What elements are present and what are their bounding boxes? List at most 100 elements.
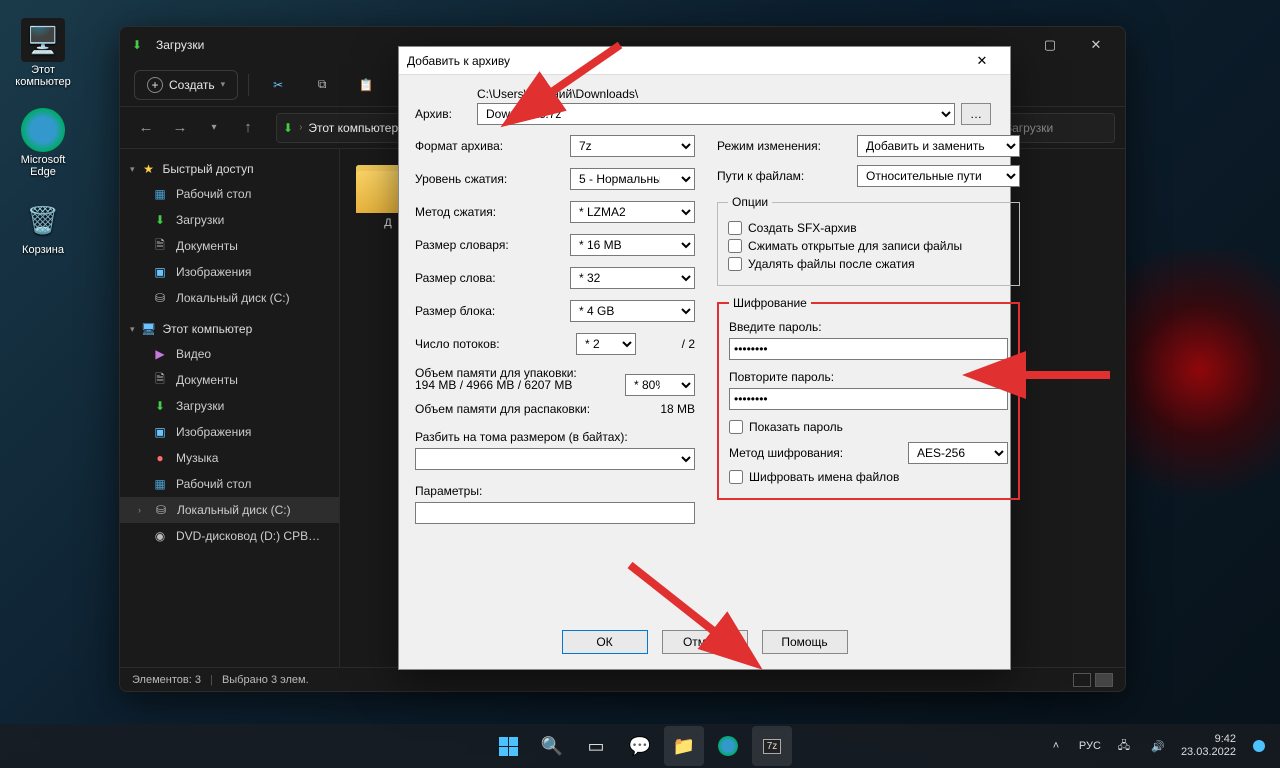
chevron-down-icon: ▾ <box>130 324 135 335</box>
maximize-button[interactable]: ▢ <box>1027 30 1073 60</box>
tree-item-documents[interactable]: 🗎Документы <box>120 367 339 393</box>
tree-item-videos[interactable]: ▶Видео <box>120 341 339 367</box>
chevron-up-icon: ˄ <box>1053 740 1059 752</box>
password-input[interactable] <box>729 338 1008 360</box>
tree-item-localdisk[interactable]: ⛁Локальный диск (C:) <box>120 285 339 311</box>
tree-item-desktop[interactable]: ▦Рабочий стол <box>120 471 339 497</box>
close-button[interactable]: ✕ <box>1073 30 1119 60</box>
downloads-icon: ⬇ <box>132 38 150 52</box>
cut-button[interactable]: ✂ <box>259 68 297 102</box>
view-list-button[interactable] <box>1073 673 1091 687</box>
sevenzip-dialog: Добавить к архиву ✕ C:\Users\Евгений\Dow… <box>398 46 1011 670</box>
update-select[interactable]: Добавить и заменить <box>857 135 1020 157</box>
tree-item-downloads[interactable]: ⬇Загрузки <box>120 393 339 419</box>
tree-label: Видео <box>176 347 211 361</box>
tree-label: Этот компьютер <box>163 322 253 336</box>
delete-checkbox[interactable] <box>728 257 742 271</box>
dialog-buttons: ОК Отмена Помощь <box>399 623 1010 669</box>
status-selection: Выбрано 3 элем. <box>222 674 309 686</box>
enc-method-select[interactable]: AES-256 <box>908 442 1008 464</box>
threads-select[interactable]: * 2 <box>576 333 636 355</box>
tree-label: Изображения <box>176 265 251 279</box>
task-view[interactable]: ▭ <box>576 726 616 766</box>
star-icon: ★ <box>141 161 157 177</box>
show-password-label: Показать пароль <box>749 420 843 434</box>
tray-language[interactable]: РУС <box>1079 740 1101 752</box>
method-select[interactable]: * LZMA2 <box>570 201 695 223</box>
dict-select[interactable]: * 16 MB <box>570 234 695 256</box>
paste-icon: 📋 <box>359 78 374 92</box>
shared-checkbox[interactable] <box>728 239 742 253</box>
params-input[interactable] <box>415 502 695 524</box>
help-button[interactable]: Помощь <box>762 630 848 654</box>
task-sevenzip[interactable]: 7z <box>752 726 792 766</box>
view-grid-button[interactable] <box>1095 673 1113 687</box>
edge-icon <box>21 108 65 152</box>
tree-item-desktop[interactable]: ▦Рабочий стол <box>120 181 339 207</box>
encrypt-names-checkbox[interactable] <box>729 470 743 484</box>
level-select[interactable]: 5 - Нормальный <box>570 168 695 190</box>
enc-method-label: Метод шифрования: <box>729 446 908 460</box>
windows-icon <box>499 737 518 756</box>
tree-item-localdisk[interactable]: ›⛁Локальный диск (C:) <box>120 497 339 523</box>
music-icon: ● <box>152 450 168 466</box>
search-icon: 🔍 <box>541 736 563 757</box>
mem-percent-select[interactable]: * 80% <box>625 374 695 396</box>
recent-button[interactable]: ▾ <box>198 113 230 143</box>
new-label: Создать <box>169 78 215 92</box>
sevenzip-icon: 7z <box>763 739 782 754</box>
tree-item-pictures[interactable]: ▣Изображения <box>120 419 339 445</box>
start-button[interactable] <box>488 726 528 766</box>
task-chat[interactable]: 💬 <box>620 726 660 766</box>
tray-chevron[interactable]: ˄ <box>1045 740 1067 752</box>
tree-item-documents[interactable]: 🗎Документы <box>120 233 339 259</box>
crumb[interactable]: Этот компьютер <box>308 121 398 135</box>
task-search[interactable]: 🔍 <box>532 726 572 766</box>
task-edge[interactable] <box>708 726 748 766</box>
new-button[interactable]: + Создать ▾ <box>134 70 238 100</box>
copy-button[interactable]: ⧉ <box>303 68 341 102</box>
task-explorer[interactable]: 📁 <box>664 726 704 766</box>
status-count: Элементов: 3 <box>132 674 201 686</box>
word-label: Размер слова: <box>415 271 570 285</box>
paths-select[interactable]: Относительные пути <box>857 165 1020 187</box>
dialog-titlebar[interactable]: Добавить к архиву ✕ <box>399 47 1010 75</box>
clock-date: 23.03.2022 <box>1181 746 1236 759</box>
sfx-checkbox[interactable] <box>728 221 742 235</box>
tray-clock[interactable]: 9:42 23.03.2022 <box>1181 733 1236 759</box>
tray-notifications[interactable] <box>1248 740 1270 752</box>
desktop-icon-this-pc[interactable]: 🖥️ Этот компьютер <box>8 18 78 88</box>
archive-name-combo[interactable]: Downloads.7z <box>477 103 955 125</box>
tree-item-music[interactable]: ●Музыка <box>120 445 339 471</box>
word-select[interactable]: * 32 <box>570 267 695 289</box>
dialog-close-button[interactable]: ✕ <box>962 49 1002 73</box>
paste-button[interactable]: 📋 <box>347 68 385 102</box>
tree-this-pc[interactable]: ▾ 🖥 Этот компьютер <box>120 317 339 341</box>
password2-input[interactable] <box>729 388 1008 410</box>
format-select[interactable]: 7z <box>570 135 695 157</box>
tree-quick-access[interactable]: ▾ ★ Быстрый доступ <box>120 157 339 181</box>
desktop-icon-recycle-bin[interactable]: 🗑️ Корзина <box>8 198 78 256</box>
tree-label: DVD-дисковод (D:) CPBA_X6 <box>176 529 326 543</box>
dialog-title: Добавить к архиву <box>407 54 962 68</box>
sfx-label: Создать SFX-архив <box>748 221 857 235</box>
ok-button[interactable]: ОК <box>562 630 648 654</box>
tree-item-downloads[interactable]: ⬇Загрузки <box>120 207 339 233</box>
tree-item-dvd[interactable]: ◉DVD-дисковод (D:) CPBA_X6 <box>120 523 339 549</box>
desktop-icon-edge[interactable]: Microsoft Edge <box>8 108 78 178</box>
tray-network[interactable]: 🖧 <box>1113 737 1135 756</box>
show-password-checkbox[interactable] <box>729 420 743 434</box>
browse-button[interactable]: … <box>961 103 991 125</box>
document-icon: 🗎 <box>152 372 168 388</box>
up-button[interactable]: ↑ <box>232 113 264 143</box>
downloads-icon: ⬇ <box>283 121 293 135</box>
block-select[interactable]: * 4 GB <box>570 300 695 322</box>
desktop-icon: ▦ <box>152 186 168 202</box>
tree-item-pictures[interactable]: ▣Изображения <box>120 259 339 285</box>
chevron-down-icon: ▾ <box>130 164 135 175</box>
split-select[interactable] <box>415 448 695 470</box>
tray-volume[interactable]: 🔊 <box>1147 740 1169 753</box>
cancel-button[interactable]: Отмена <box>662 630 748 654</box>
forward-button[interactable]: → <box>164 113 196 143</box>
back-button[interactable]: ← <box>130 113 162 143</box>
